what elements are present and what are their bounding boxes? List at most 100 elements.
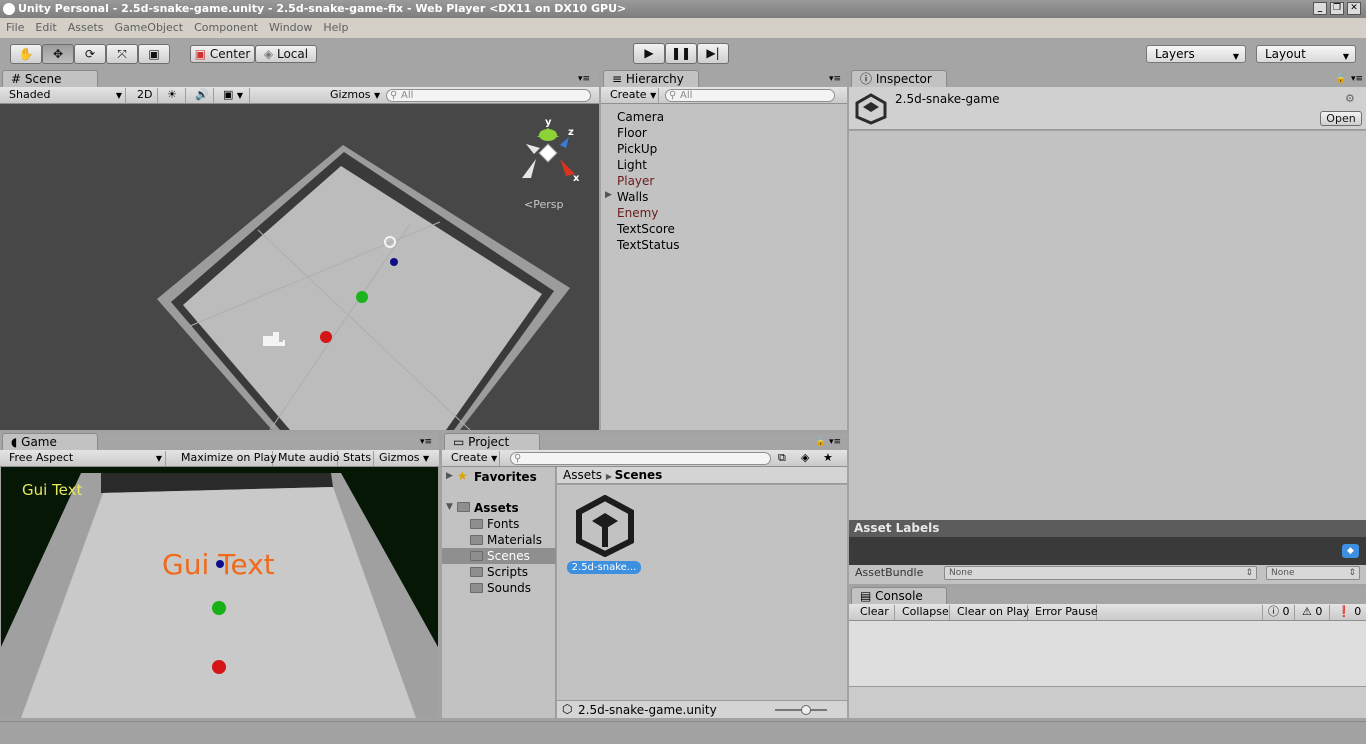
hierarchy-item-light[interactable]: Light	[617, 157, 647, 173]
game-viewport[interactable]: Gui Text Gui Text	[1, 467, 438, 718]
hierarchy-item-walls[interactable]: Walls	[617, 189, 648, 205]
folder-item-sounds[interactable]: Sounds	[470, 581, 531, 595]
folder-item-scenes[interactable]: Scenes	[470, 549, 530, 563]
folder-icon	[470, 583, 483, 593]
hierarchy-item-textscore[interactable]: TextScore	[617, 221, 675, 237]
play-button[interactable]: ▶	[633, 43, 665, 64]
console-error-toggle[interactable]: ❗ 0	[1332, 605, 1364, 620]
audio-toggle[interactable]: 🔊	[190, 88, 214, 103]
console-clear-on-play-toggle[interactable]: Clear on Play	[952, 605, 1029, 620]
menu-gameobject[interactable]: GameObject	[115, 21, 184, 34]
maximize-button[interactable]: ❐	[1330, 2, 1344, 15]
asset-labels-area: ◆	[849, 537, 1366, 565]
console-clear-button[interactable]: Clear	[855, 605, 895, 620]
folder-item-fonts[interactable]: Fonts	[470, 517, 519, 531]
shading-dropdown[interactable]: Shaded ▼	[4, 88, 126, 103]
hierarchy-item-pickup[interactable]: PickUp	[617, 141, 657, 157]
console-info-toggle[interactable]: ⓘ 0	[1262, 605, 1295, 620]
scene-viewport[interactable]: y z x <Persp	[0, 104, 599, 430]
hierarchy-item-textstatus[interactable]: TextStatus	[617, 237, 680, 253]
scene-search-input[interactable]: ⚲ All	[386, 89, 591, 102]
asset-labels-section: Asset Labels ◆ AssetBundle None ⇕ None ⇕	[849, 520, 1366, 584]
lock-icon[interactable]: 🔒	[815, 437, 826, 447]
breadcrumb-assets[interactable]: Assets	[563, 468, 602, 482]
menu-assets[interactable]: Assets	[68, 21, 104, 34]
project-create-dropdown[interactable]: Create ▼	[446, 451, 500, 466]
lighting-toggle[interactable]: ☀	[162, 88, 186, 103]
rotate-tool-button[interactable]: ⟳	[74, 44, 106, 64]
folder-item-materials[interactable]: Materials	[470, 533, 542, 547]
panel-menu-icon[interactable]: ▾≡	[578, 74, 590, 84]
open-button[interactable]: Open	[1320, 111, 1362, 126]
assetbundle-variant-dropdown[interactable]: None ⇕	[1266, 566, 1360, 580]
panel-menu-icon[interactable]: ▾≡	[420, 437, 432, 447]
panel-menu-icon[interactable]: ▾≡	[1351, 74, 1363, 84]
hierarchy-item-camera[interactable]: Camera	[617, 109, 664, 125]
tab-inspector[interactable]: ⓘ Inspector	[851, 70, 947, 87]
panel-menu-icon[interactable]: ▾≡	[829, 437, 841, 447]
unity-scene-asset-icon[interactable]	[575, 495, 635, 557]
layers-dropdown[interactable]: Layers ▼	[1146, 45, 1246, 63]
hierarchy-search-input[interactable]: ⚲ All	[665, 89, 835, 102]
console-collapse-toggle[interactable]: Collapse	[897, 605, 950, 620]
hierarchy-create-dropdown[interactable]: Create ▼	[605, 88, 659, 103]
close-button[interactable]: ✕	[1347, 2, 1361, 15]
move-icon: ✥	[52, 47, 64, 61]
tab-project[interactable]: ▭ Project	[444, 433, 540, 450]
gizmos-dropdown[interactable]: Gizmos ▼	[325, 88, 380, 103]
effects-dropdown[interactable]: ▣ ▼	[218, 88, 250, 103]
filter-type-icon[interactable]: ⧉	[778, 451, 786, 465]
hand-tool-button[interactable]: ✋	[10, 44, 42, 64]
project-panel: ▭ Project 🔒 ▾≡ Create ▼ ⚲ ⧉ ◈ ★ ▶ ★ Favo…	[442, 433, 847, 718]
menu-edit[interactable]: Edit	[35, 21, 56, 34]
maximize-on-play-toggle[interactable]: Maximize on Play	[176, 451, 277, 466]
game-gizmos-dropdown[interactable]: Gizmos ▼	[374, 451, 434, 466]
tab-scene[interactable]: # Scene	[2, 70, 98, 87]
menu-component[interactable]: Component	[194, 21, 258, 34]
folder-item-scripts[interactable]: Scripts	[470, 565, 528, 579]
hierarchy-item-enemy[interactable]: Enemy	[617, 205, 658, 221]
pivot-center-button[interactable]: ▣ Center	[190, 45, 255, 63]
project-search-input[interactable]: ⚲	[510, 452, 771, 465]
mute-audio-toggle[interactable]: Mute audio	[273, 451, 340, 466]
tab-game[interactable]: ◖ Game	[2, 433, 98, 450]
hierarchy-item-floor[interactable]: Floor	[617, 125, 647, 141]
tag-icon[interactable]: ◆	[1342, 544, 1359, 558]
lock-icon[interactable]: 🔒	[1335, 74, 1346, 84]
rect-tool-button[interactable]: ▣	[138, 44, 170, 64]
menu-help[interactable]: Help	[323, 21, 348, 34]
assets-folder-item[interactable]: Assets	[474, 501, 519, 515]
favorite-star-icon[interactable]: ★	[823, 451, 833, 464]
2d-toggle[interactable]: 2D	[132, 88, 158, 103]
collapse-arrow-icon[interactable]: ▼	[446, 502, 453, 512]
step-button[interactable]: ▶|	[697, 43, 729, 64]
breadcrumb-arrow-icon: ▶	[605, 472, 615, 481]
aspect-dropdown[interactable]: Free Aspect ▼	[4, 451, 166, 466]
tab-hierarchy[interactable]: ≡ Hierarchy	[603, 70, 699, 87]
scene-asset-label[interactable]: 2.5d-snake...	[567, 561, 641, 574]
menu-window[interactable]: Window	[269, 21, 312, 34]
layout-dropdown[interactable]: Layout ▼	[1256, 45, 1356, 63]
filter-label-icon[interactable]: ◈	[801, 451, 809, 464]
settings-gear-icon[interactable]: ⚙	[1345, 92, 1355, 105]
breadcrumb-scenes[interactable]: Scenes	[615, 468, 663, 482]
expand-arrow-icon[interactable]: ▶	[446, 471, 453, 481]
tab-console[interactable]: ▤ Console	[851, 587, 947, 604]
list-icon: ≡	[612, 72, 623, 86]
console-error-pause-toggle[interactable]: Error Pause	[1030, 605, 1098, 620]
assetbundle-dropdown[interactable]: None ⇕	[944, 566, 1257, 580]
pause-button[interactable]: ❚❚	[665, 43, 697, 64]
pivot-local-button[interactable]: ◈ Local	[255, 45, 317, 63]
zoom-slider-thumb[interactable]	[801, 705, 811, 715]
panel-menu-icon[interactable]: ▾≡	[829, 74, 841, 84]
favorites-item[interactable]: Favorites	[474, 470, 537, 484]
console-warning-toggle[interactable]: ⚠ 0	[1297, 605, 1330, 620]
hierarchy-item-player[interactable]: Player	[617, 173, 654, 189]
move-tool-button[interactable]: ✥	[42, 44, 74, 64]
scale-tool-button[interactable]: ⤧	[106, 44, 138, 64]
menu-file[interactable]: File	[6, 21, 24, 34]
minimize-button[interactable]: _	[1313, 2, 1327, 15]
perspective-label[interactable]: <Persp	[524, 198, 563, 211]
stats-toggle[interactable]: Stats	[338, 451, 374, 466]
expand-arrow-icon[interactable]: ▶	[605, 190, 612, 200]
